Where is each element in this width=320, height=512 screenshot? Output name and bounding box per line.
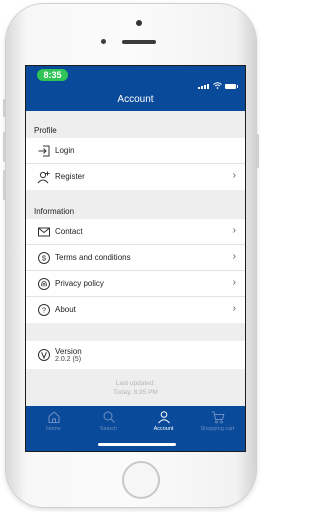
- volume-up-button: [3, 132, 6, 162]
- last-updated-label: Last updated:: [115, 380, 156, 387]
- home-indicator[interactable]: [98, 443, 176, 446]
- contact-row[interactable]: Contact ›: [26, 219, 245, 245]
- tab-bar: Home Search Account Shopping cart: [26, 406, 245, 451]
- chevron-right-icon: ›: [232, 277, 236, 288]
- terms-label: Terms and conditions: [55, 253, 131, 262]
- version-icon: [38, 349, 50, 361]
- power-button: [256, 134, 259, 168]
- envelope-icon: [38, 227, 50, 237]
- tab-shopping-cart[interactable]: Shopping cart: [188, 410, 245, 432]
- home-icon: [48, 411, 59, 423]
- wifi-icon: [213, 82, 222, 89]
- tab-shopping-cart-label: Shopping cart: [200, 426, 235, 432]
- chevron-right-icon: ›: [232, 225, 236, 236]
- volume-down-button: [3, 170, 6, 200]
- login-row[interactable]: Login: [26, 138, 245, 164]
- about-row[interactable]: ? About ›: [26, 297, 245, 323]
- privacy-label: Privacy policy: [55, 279, 104, 288]
- tab-account-label: Account: [153, 426, 174, 432]
- version-title: Version: [55, 347, 82, 356]
- front-camera: [136, 20, 142, 26]
- login-icon: [38, 145, 50, 157]
- dollar-circle-icon: $: [38, 252, 50, 264]
- earpiece-speaker: [122, 40, 156, 44]
- app-screen: 8:35 Account Profile Login Register › In…: [25, 65, 246, 452]
- svg-text:$: $: [42, 254, 47, 263]
- last-updated: Last updated: Today, 8:35 PM: [26, 379, 245, 397]
- page-title: Account: [117, 94, 154, 105]
- last-updated-value: Today, 8:35 PM: [113, 389, 158, 396]
- version-value: 2.0.2 (5): [55, 356, 82, 363]
- register-label: Register: [55, 172, 85, 181]
- battery-icon: [225, 84, 238, 89]
- section-label-profile: Profile: [34, 126, 57, 135]
- status-icons: [198, 71, 238, 89]
- tab-search[interactable]: Search: [81, 410, 136, 432]
- question-circle-icon: ?: [38, 304, 50, 316]
- tab-search-label: Search: [99, 426, 118, 432]
- version-row: Version 2.0.2 (5): [26, 341, 245, 369]
- fingerprint-icon: [38, 278, 50, 290]
- search-icon: [103, 411, 115, 423]
- about-label: About: [55, 305, 76, 314]
- login-label: Login: [55, 146, 75, 155]
- chevron-right-icon: ›: [232, 170, 236, 181]
- status-time: 8:35: [37, 69, 68, 81]
- terms-row[interactable]: $ Terms and conditions ›: [26, 245, 245, 271]
- person-icon: [157, 411, 170, 424]
- chevron-right-icon: ›: [232, 251, 236, 262]
- tab-account[interactable]: Account: [136, 410, 191, 432]
- svg-text:?: ?: [42, 306, 46, 315]
- home-button[interactable]: [122, 461, 160, 499]
- add-user-icon: [37, 171, 50, 184]
- tab-home[interactable]: Home: [26, 410, 81, 432]
- proximity-sensor: [101, 39, 106, 44]
- cart-icon: [211, 411, 224, 424]
- information-group: Contact › $ Terms and conditions › Priva…: [26, 219, 245, 323]
- contact-label: Contact: [55, 227, 83, 236]
- register-row[interactable]: Register ›: [26, 164, 245, 190]
- profile-group: Login Register ›: [26, 138, 245, 190]
- privacy-row[interactable]: Privacy policy ›: [26, 271, 245, 297]
- chevron-right-icon: ›: [232, 303, 236, 314]
- section-label-information: Information: [34, 207, 75, 216]
- tab-home-label: Home: [46, 426, 61, 432]
- mute-switch: [3, 99, 6, 117]
- app-header: 8:35 Account: [26, 66, 245, 111]
- signal-icon: [198, 71, 210, 89]
